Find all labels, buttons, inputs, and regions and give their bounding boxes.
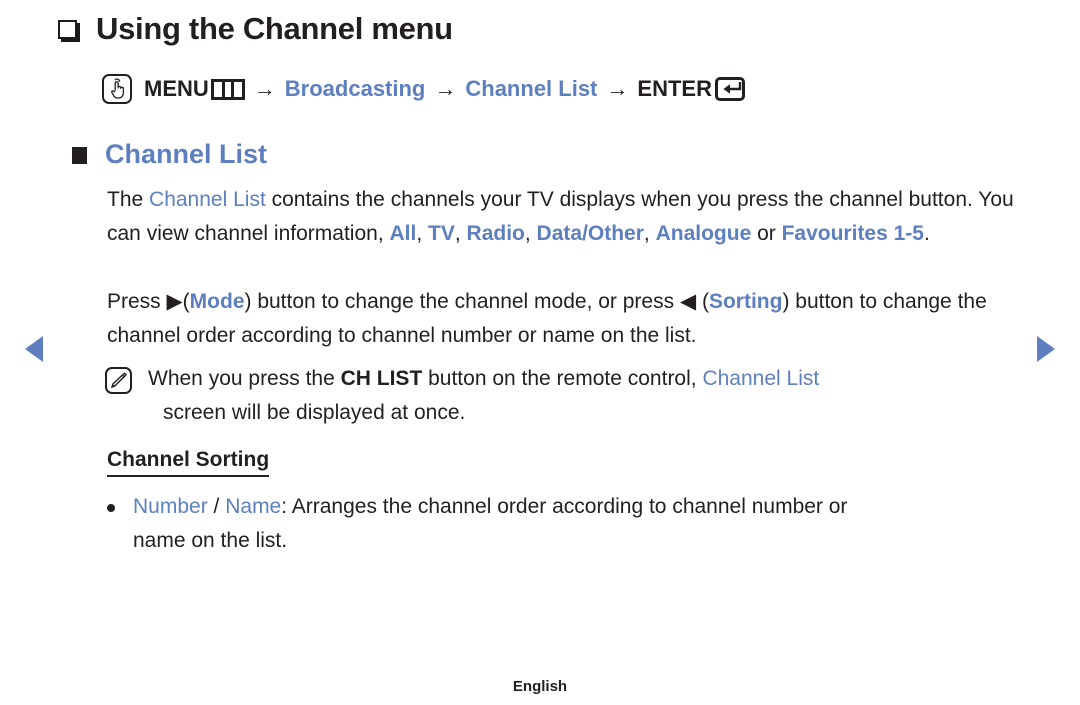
p1-text-8: . — [923, 222, 930, 245]
path-arrow-3: → — [606, 76, 629, 101]
note-term-ch-list: CH LIST — [340, 367, 423, 390]
section-heading: Channel List — [105, 139, 268, 169]
p1-text-5: , — [524, 222, 537, 245]
channel-list-description: The Channel List contains the channels y… — [107, 183, 1027, 251]
enter-return-icon — [714, 77, 745, 101]
bullet-text-2: : Arranges the channel order according t… — [281, 495, 848, 518]
p1-text-6: , — [643, 222, 656, 245]
p2-text-4: ( — [696, 290, 709, 313]
page-title-row: Using the Channel menu — [58, 10, 453, 47]
path-arrow-1: → — [253, 76, 276, 101]
note-text-line2: screen will be displayed at once. — [163, 401, 466, 424]
list-item: Number / Name: Arranges the channel orde… — [107, 490, 1037, 558]
p1-term-channel-list: Channel List — [149, 188, 266, 211]
mode-sorting-description: Press ▶(Mode) button to change the chann… — [107, 285, 1037, 353]
p2-text-3: ) button to change the channel mode, or … — [244, 290, 680, 313]
p2-term-sorting: Sorting — [708, 290, 783, 313]
menu-bars-icon — [210, 78, 245, 100]
p1-term-favourites: Favourites 1-5 — [781, 222, 924, 245]
bullet-text-1: / — [207, 495, 226, 518]
note-pencil-icon — [105, 367, 132, 394]
path-step-channel-list: Channel List — [465, 76, 598, 101]
note-text-2: button on the remote control, — [422, 367, 703, 390]
hand-press-icon — [102, 74, 132, 104]
p1-term-analogue: Analogue — [655, 222, 752, 245]
note-row: When you press the CH LIST button on the… — [105, 362, 1030, 430]
section-heading-row: Channel List — [72, 138, 267, 170]
bullet-term-name: Name — [225, 495, 282, 518]
note-text: When you press the CH LIST button on the… — [148, 362, 1030, 430]
note-term-channel-list: Channel List — [702, 367, 820, 390]
filled-square-bullet-icon — [72, 147, 87, 164]
p1-term-tv: TV — [428, 222, 455, 245]
menu-label: MENU — [144, 76, 209, 101]
p2-text-1: Press — [107, 290, 167, 313]
p1-text-7: or — [751, 222, 782, 245]
footer-language: English — [512, 678, 568, 695]
path-arrow-2: → — [434, 76, 457, 101]
next-page-arrow[interactable] — [1037, 336, 1055, 362]
bullet-term-number: Number — [133, 495, 208, 518]
open-square-bullet-icon — [58, 19, 80, 42]
list-item-text: Number / Name: Arranges the channel orde… — [133, 490, 1037, 558]
p1-text-3: , — [416, 222, 429, 245]
page-title: Using the Channel menu — [96, 11, 453, 46]
sub-section-heading: Channel Sorting — [107, 448, 270, 477]
bullet-text-line2: name on the list. — [133, 529, 288, 552]
round-dot-bullet-icon — [107, 504, 115, 512]
p2-term-mode: Mode — [189, 290, 245, 313]
note-text-1: When you press the — [148, 367, 341, 390]
p1-term-data-other: Data/Other — [536, 222, 644, 245]
right-triangle-icon: ▶ — [166, 290, 183, 313]
p1-term-radio: Radio — [466, 222, 525, 245]
p1-term-all: All — [389, 222, 417, 245]
previous-page-arrow[interactable] — [25, 336, 43, 362]
p1-text-4: , — [454, 222, 467, 245]
p2-text-2: ( — [182, 290, 190, 313]
manual-page: Using the Channel menu MENU → Broadcasti… — [0, 0, 1080, 705]
left-triangle-icon: ◀ — [679, 290, 697, 313]
enter-label: ENTER — [637, 76, 712, 101]
path-step-broadcasting: Broadcasting — [284, 76, 426, 101]
menu-path-breadcrumb: MENU → Broadcasting → Channel List → ENT… — [102, 74, 745, 104]
p1-text-1: The — [107, 188, 150, 211]
